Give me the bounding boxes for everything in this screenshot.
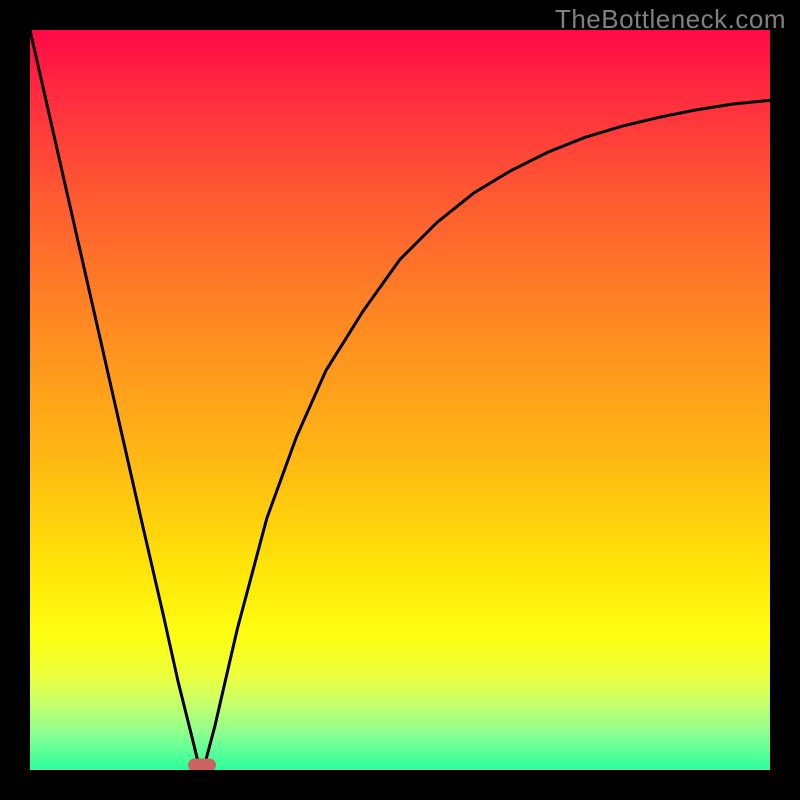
gradient-background (30, 30, 770, 770)
min-marker (188, 758, 216, 770)
chart-frame: TheBottleneck.com (0, 0, 800, 800)
plot-area (30, 30, 770, 770)
